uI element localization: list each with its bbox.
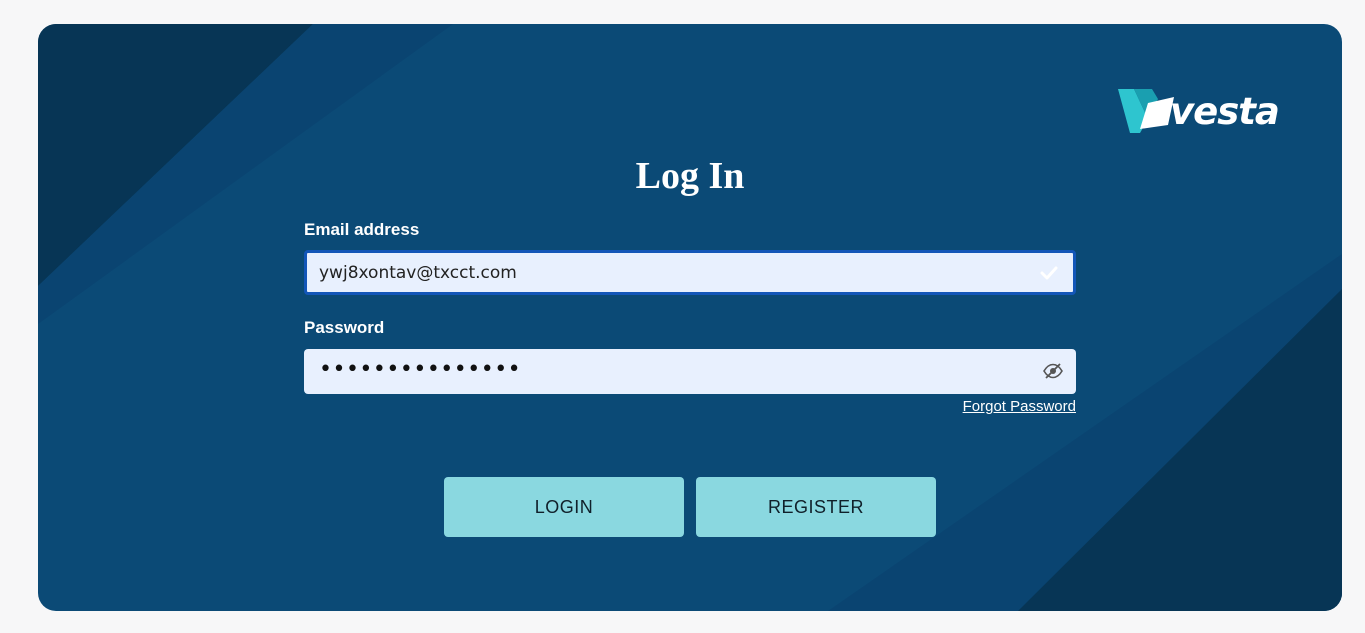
register-button[interactable]: REGISTER (696, 477, 936, 537)
email-field[interactable] (304, 250, 1076, 295)
vesta-logo: vesta (1118, 88, 1280, 134)
password-input[interactable]: ••••••••••••••• (319, 357, 521, 382)
page-title: Log In (635, 155, 745, 197)
brand-name: vesta (1170, 89, 1280, 133)
check-icon (1040, 266, 1058, 280)
password-label: Password (304, 318, 385, 337)
forgot-password-link[interactable]: Forgot Password (963, 398, 1076, 415)
vesta-v-logo-icon (1118, 89, 1174, 133)
login-button[interactable]: LOGIN (444, 477, 684, 537)
password-field[interactable]: ••••••••••••••• (304, 349, 1076, 394)
login-card: vesta Log In Email address Password ••••… (38, 24, 1342, 611)
eye-slash-icon[interactable] (1042, 361, 1064, 381)
email-input[interactable] (319, 253, 1019, 292)
email-label: Email address (304, 220, 420, 239)
